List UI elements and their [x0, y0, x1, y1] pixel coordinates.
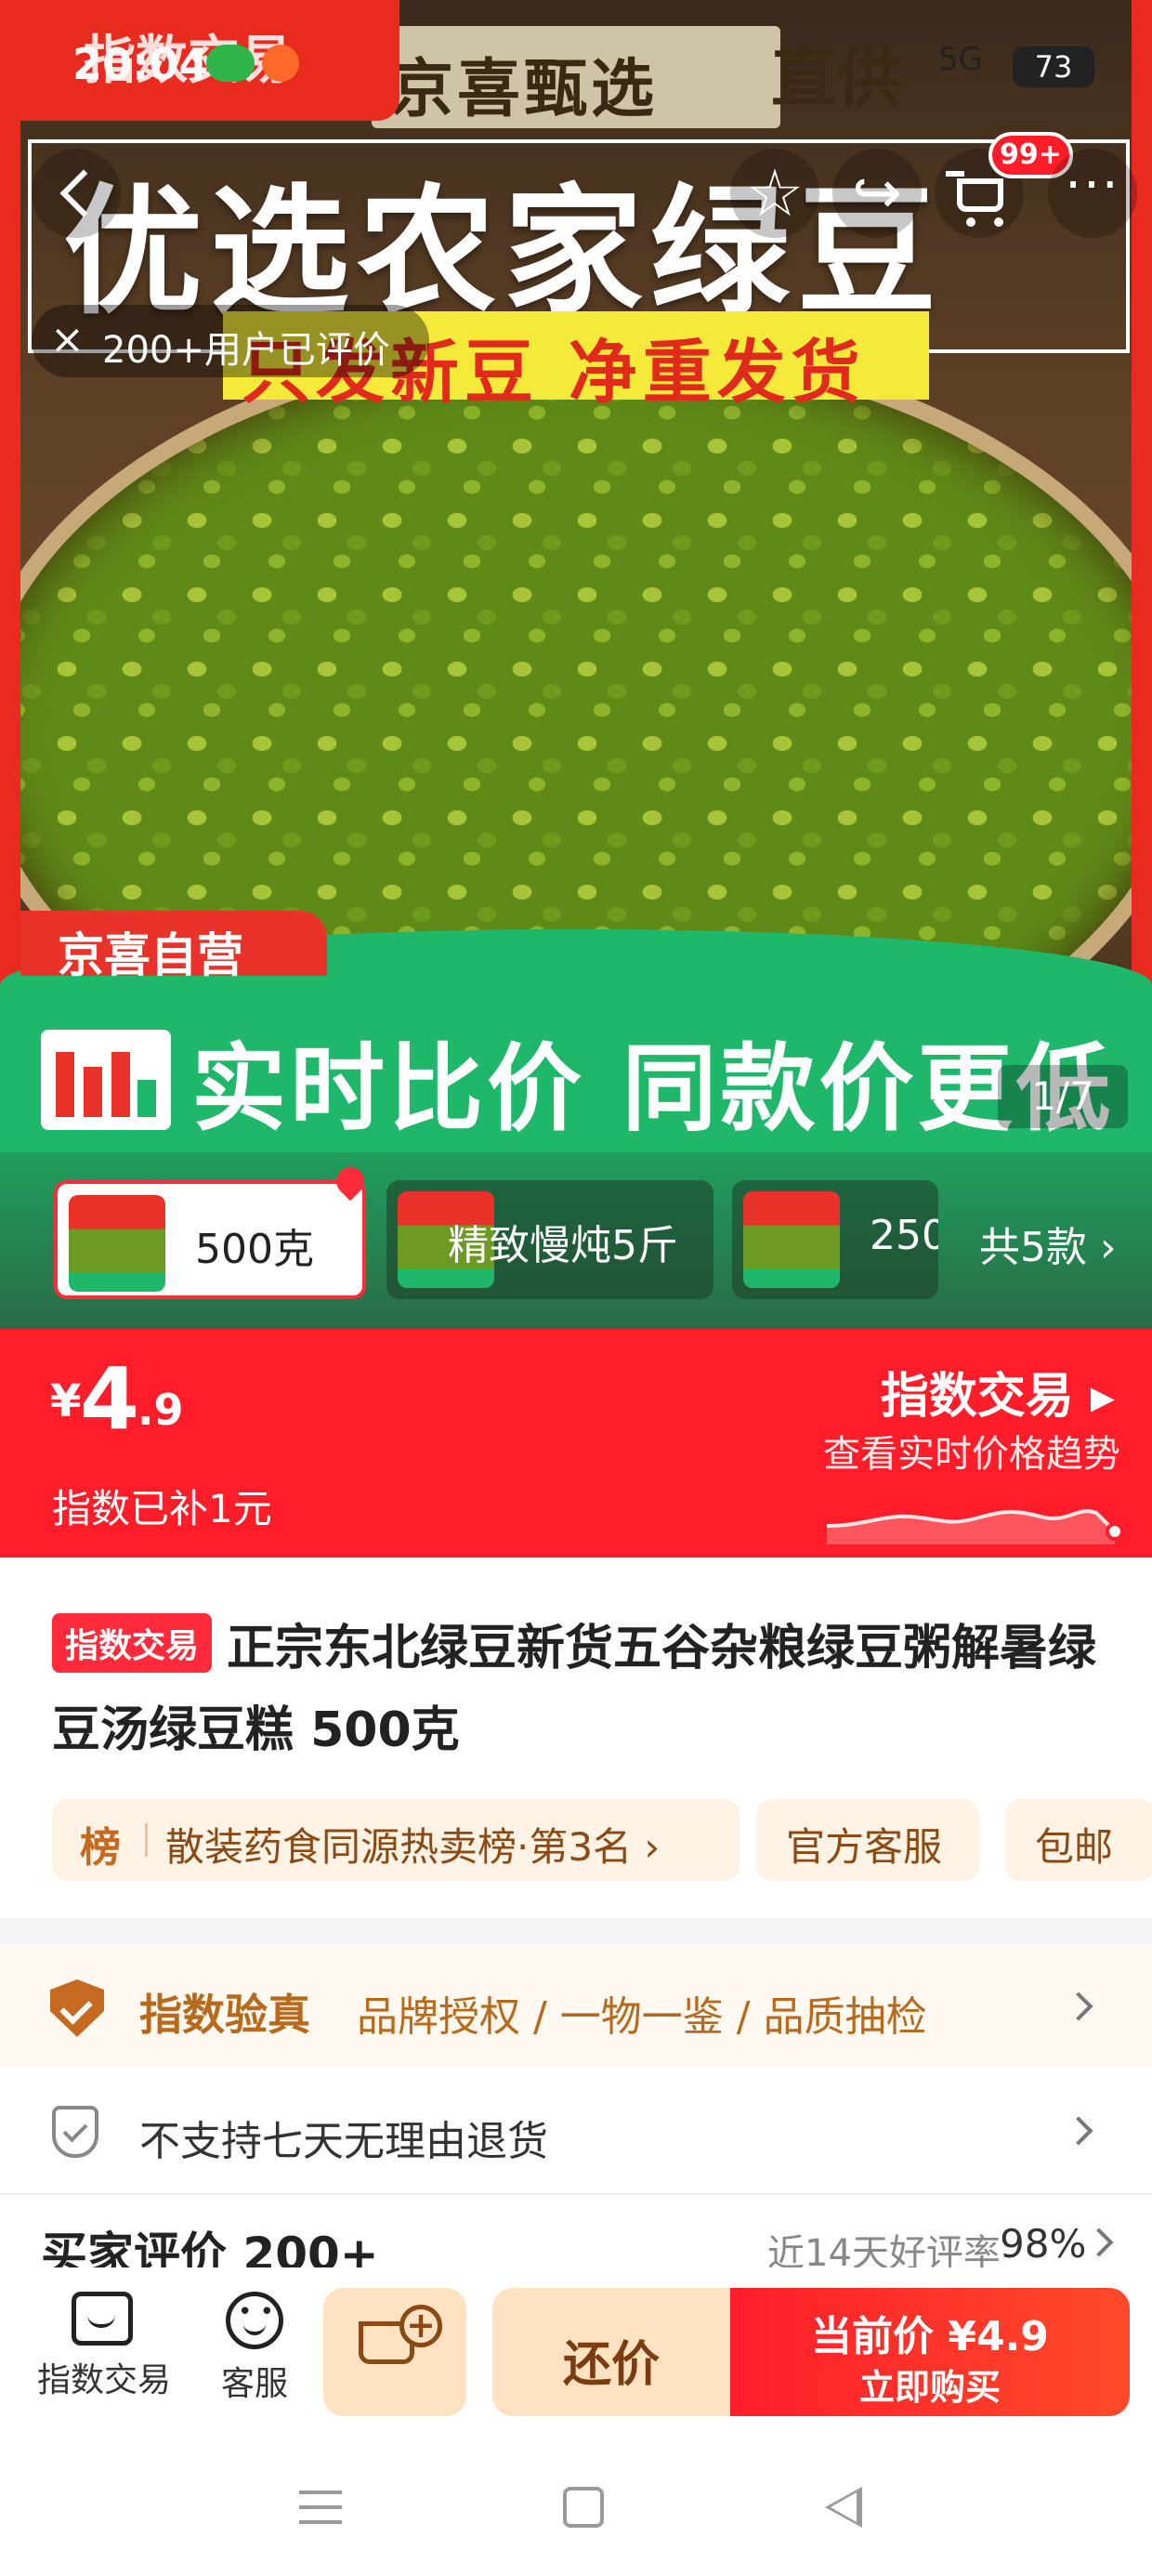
- all-variants-link[interactable]: 共5款 ›: [979, 1214, 1117, 1273]
- hero-top-banner: 京喜甄选: [372, 26, 780, 128]
- battery-icon: 73: [1013, 46, 1094, 87]
- price-trend-sparkline: [827, 1509, 1124, 1544]
- app-notification-icon: [262, 45, 299, 82]
- signal-icon: 5G: [938, 41, 983, 78]
- price-bar: ¥ 4 .9 指数已补1元 指数交易 ▸ 查看实时价格趋势: [0, 1329, 1152, 1557]
- more-menu-icon[interactable]: ···: [1048, 149, 1137, 238]
- subsidy-text: 指数已补1元: [52, 1486, 272, 1531]
- price-trend-link[interactable]: 查看实时价格趋势: [823, 1424, 1120, 1478]
- shield-outline-icon: [52, 2106, 98, 2158]
- positive-rate-label: 近14天好评率: [767, 2232, 1001, 2267]
- guarantee-details: 品牌授权 / 一物一鉴 / 品质抽检: [357, 1993, 927, 2041]
- reviews-header[interactable]: 买家评价 200+ 近14天好评率 98%: [0, 2193, 1152, 2267]
- chevron-right-icon: [1064, 2116, 1093, 2146]
- counter-offer-button[interactable]: 还价: [492, 2288, 730, 2416]
- self-operated-tag: 京喜自营: [20, 911, 327, 982]
- product-detail-page: 京喜甄选 直供 指数交易 优选农家绿豆 只发新豆 净重发货 实时比价 同款价更低…: [0, 0, 1152, 2576]
- verified-shield-icon: [50, 1979, 104, 2037]
- guarantee-title: 指数验真: [139, 1990, 310, 2040]
- index-trade-store-button[interactable]: 指数交易: [37, 2292, 171, 2401]
- free-shipping-chip[interactable]: 包邮: [1005, 1799, 1152, 1881]
- product-title-block: 指数交易 正宗东北绿豆新货五谷杂粮绿豆粥解暑绿豆汤绿豆糕 500克: [52, 1608, 1120, 1771]
- chevron-right-icon: [1064, 1991, 1093, 2021]
- ranking-text: 散装药食同源热卖榜·第3名 ›: [165, 1824, 661, 1870]
- system-navigation-bar: [0, 2425, 1152, 2576]
- favorite-star-icon[interactable]: ☆: [730, 149, 819, 238]
- bottom-action-bar: 指数交易 客服 + 还价 当前价 ¥4.9 立即购买: [0, 2267, 1152, 2425]
- return-policy-row[interactable]: 不支持七天无理由退货: [0, 2067, 1152, 2193]
- price-compare-logo: [41, 1030, 171, 1130]
- chevron-right-icon: [1084, 2228, 1114, 2257]
- price-currency: ¥: [50, 1375, 82, 1427]
- hero-top-banner-suffix: 直供: [771, 40, 901, 116]
- variant-option-500g[interactable]: 500克: [54, 1180, 366, 1299]
- home-icon[interactable]: [563, 2487, 604, 2528]
- index-trade-tag: 指数交易: [52, 1613, 213, 1673]
- variant-thumbnail: [743, 1191, 840, 1288]
- variant-option-5jin[interactable]: 精致慢炖5斤: [386, 1180, 713, 1299]
- ranking-badge-icon: 榜: [80, 1824, 121, 1872]
- authenticity-guarantee-row[interactable]: 指数验真 品牌授权 / 一物一鉴 / 品质抽检: [0, 1946, 1152, 2067]
- buy-now-button[interactable]: 当前价 ¥4.9 立即购买: [730, 2288, 1130, 2416]
- close-icon[interactable]: ×: [50, 316, 85, 363]
- plus-icon: +: [399, 2305, 442, 2347]
- recent-apps-icon[interactable]: [299, 2491, 342, 2524]
- customer-service-button[interactable]: 客服: [199, 2292, 310, 2405]
- ranking-chip[interactable]: 榜 散装药食同源热卖榜·第3名 ›: [52, 1799, 740, 1881]
- variant-thumbnail: [69, 1195, 165, 1292]
- share-icon[interactable]: ↪: [832, 149, 922, 238]
- section-divider: [0, 1918, 1152, 1946]
- price-compare-slogan: 实时比价 同款价更低: [191, 1034, 1115, 1145]
- review-count-text: 200+用户已评价: [102, 329, 390, 372]
- return-policy-text: 不支持七天无理由退货: [139, 2118, 548, 2165]
- customer-service-icon: [226, 2292, 283, 2349]
- back-triangle-icon[interactable]: [825, 2487, 862, 2528]
- image-counter: 1/7: [998, 1065, 1128, 1128]
- price-integer: 4: [80, 1349, 140, 1449]
- reviews-title: 买家评价 200+: [41, 2228, 379, 2267]
- store-icon: [72, 2292, 133, 2346]
- wechat-notification-icon: [206, 45, 255, 82]
- positive-rate-value: 98%: [1000, 2221, 1087, 2267]
- review-count-pill[interactable]: × 200+用户已评价: [32, 305, 429, 377]
- index-trade-link[interactable]: 指数交易 ▸: [881, 1357, 1115, 1426]
- variant-option-250g[interactable]: 250: [732, 1180, 938, 1299]
- official-service-chip[interactable]: 官方客服: [756, 1799, 979, 1881]
- add-to-cart-button[interactable]: +: [323, 2288, 466, 2416]
- back-button[interactable]: [32, 149, 121, 238]
- status-time: 20:04: [72, 39, 209, 89]
- price-decimal: .9: [137, 1385, 184, 1435]
